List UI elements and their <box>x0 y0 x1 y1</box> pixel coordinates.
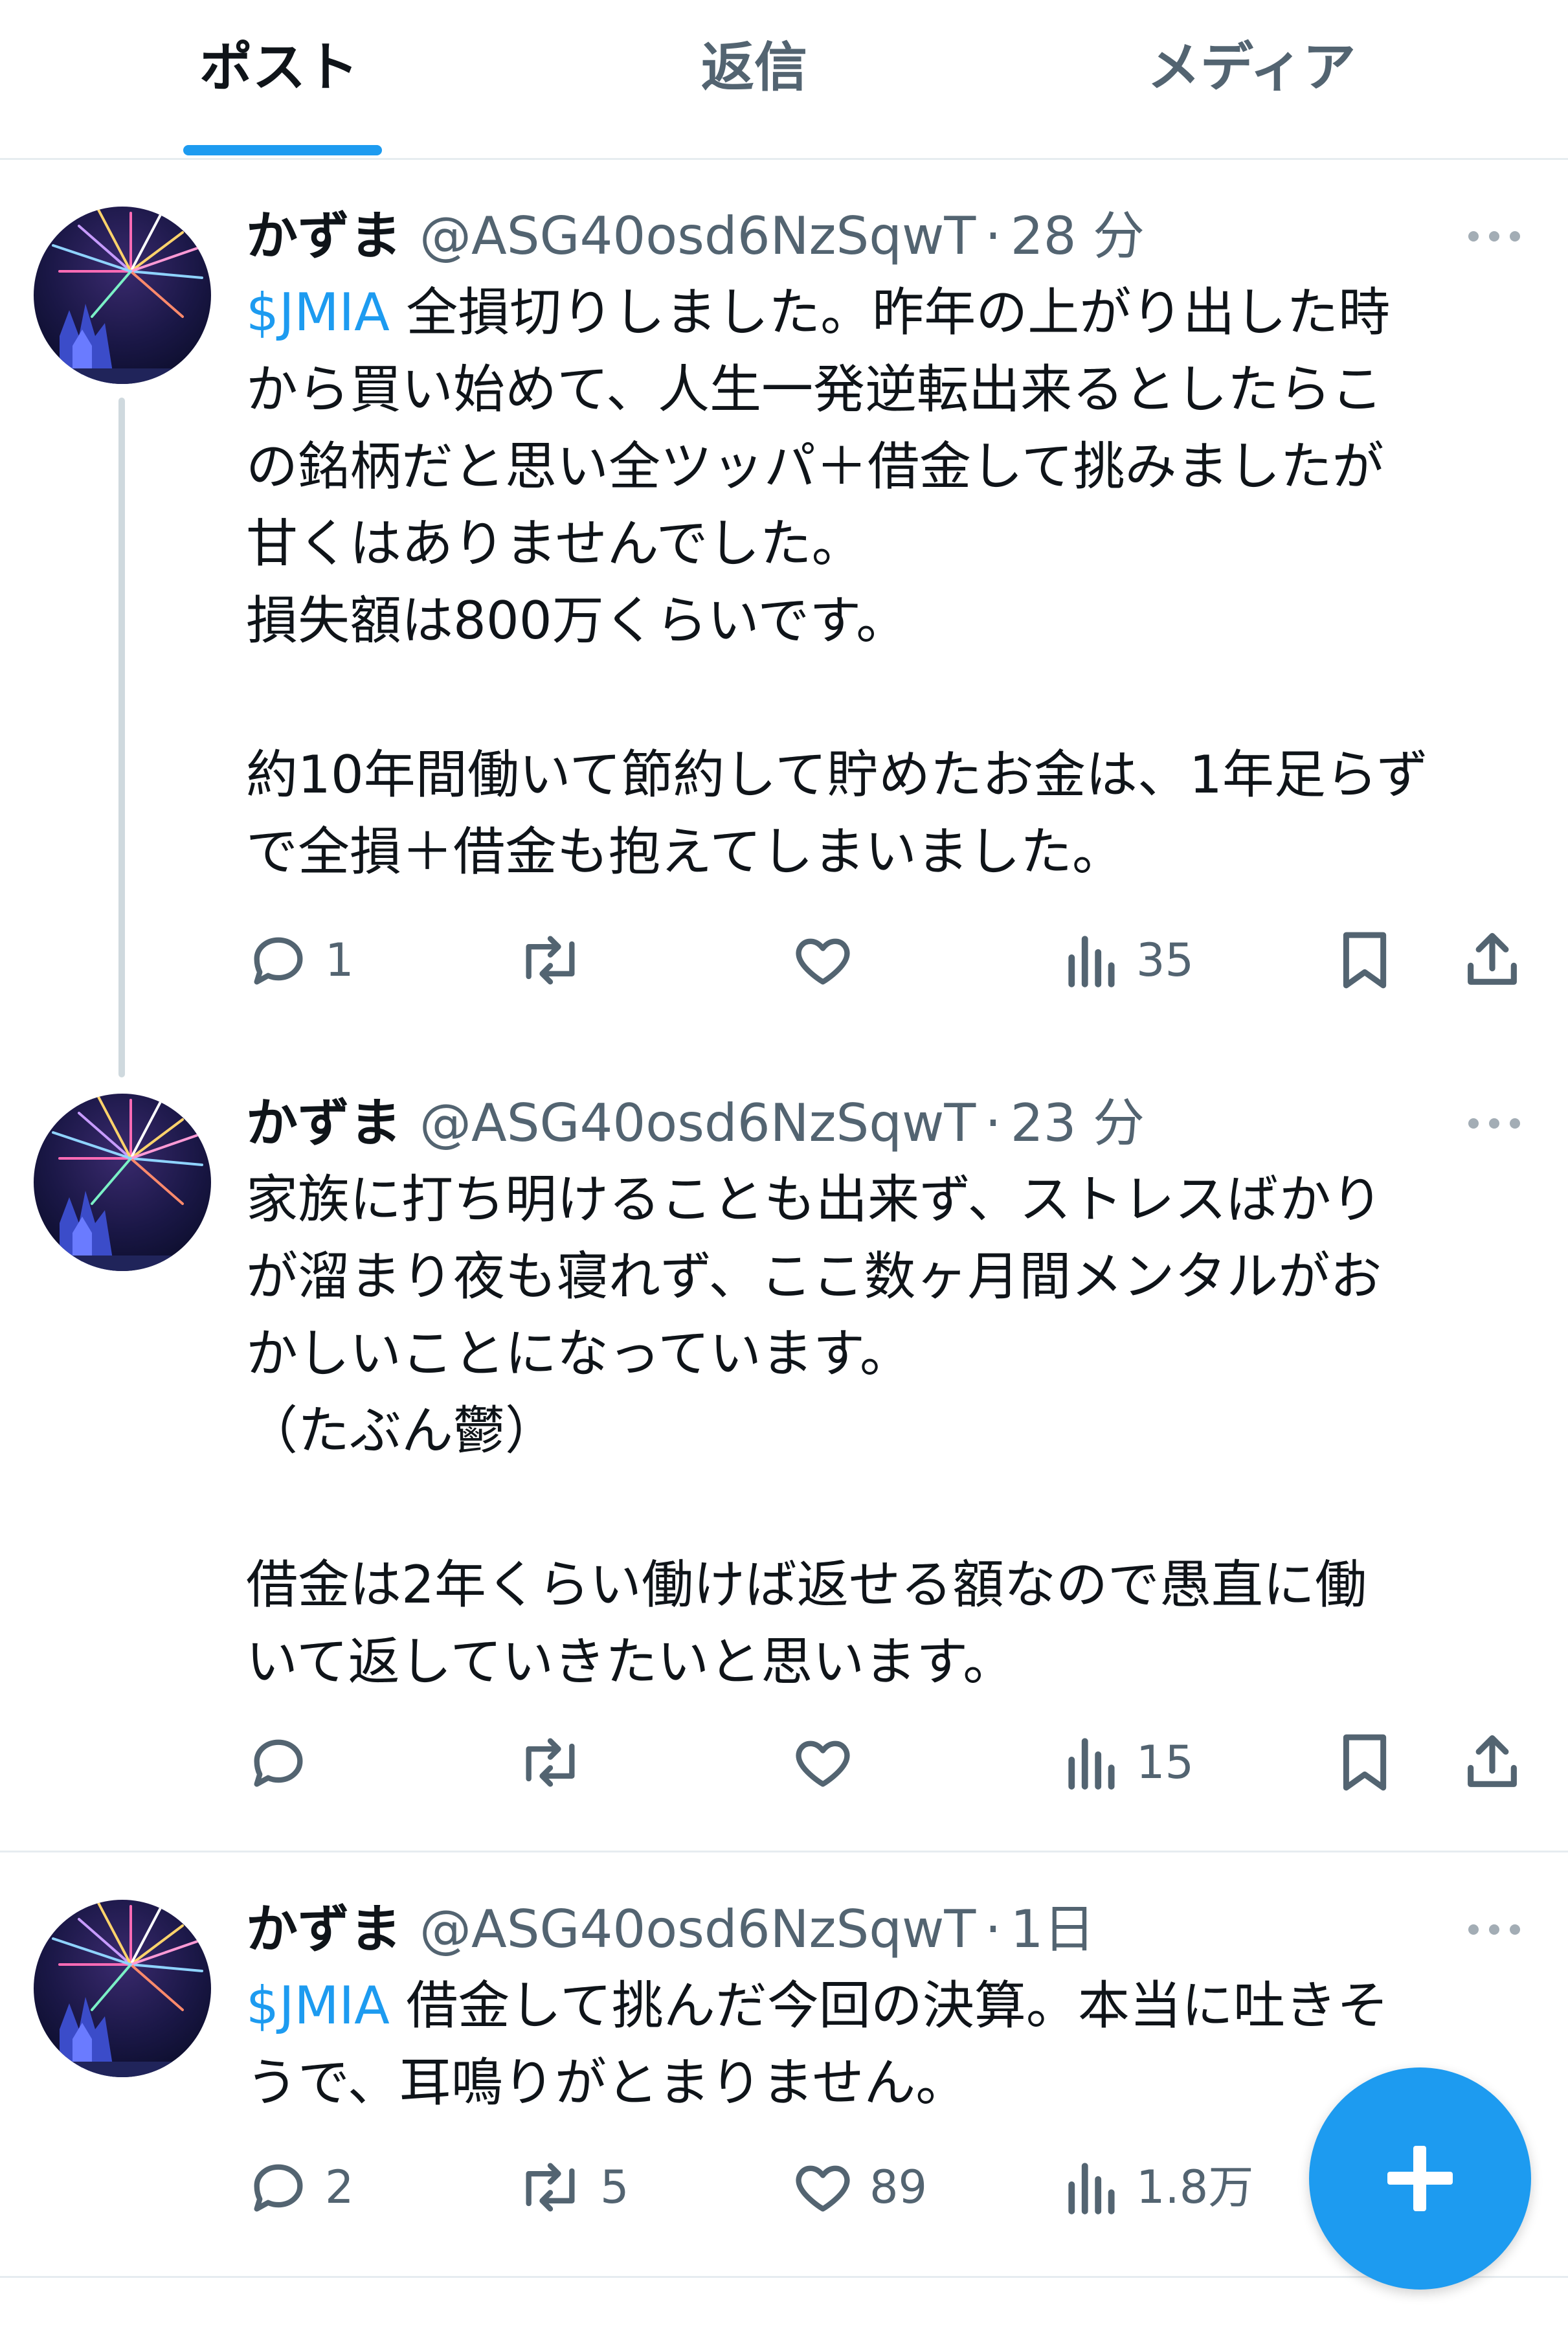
cashtag-link[interactable]: $JMIA <box>246 1976 390 2036</box>
post-text: $JMIA 全損切りしました。昨年の上がり出した時 から買い始めて、人生一発逆転… <box>246 282 1429 882</box>
post-divider <box>0 1851 1568 1852</box>
separator-dot: · <box>985 1899 1002 1959</box>
repost-icon <box>526 936 575 985</box>
more-options-button[interactable] <box>1462 1104 1527 1143</box>
views-chart-icon <box>1068 2163 1115 2214</box>
share-button[interactable] <box>1460 925 1525 996</box>
like-button[interactable]: 89 <box>790 2152 927 2223</box>
reply-icon <box>254 1739 303 1787</box>
compose-post-button[interactable] <box>1309 2067 1531 2290</box>
cashtag-link[interactable]: $JMIA <box>246 282 390 343</box>
active-tab-indicator <box>183 145 382 155</box>
repost-button[interactable] <box>515 1727 600 1798</box>
post-time[interactable]: 28 分 <box>1011 206 1145 266</box>
heart-icon <box>796 938 850 985</box>
avatar[interactable] <box>34 1900 211 2077</box>
post-text: $JMIA 借金して挑んだ今回の決算。本当に吐きそ うで、耳鳴りがとまりません。 <box>246 1976 1389 2113</box>
avatar[interactable] <box>34 1094 211 1271</box>
heart-icon <box>796 2165 850 2212</box>
post-header: かずま @ASG40osd6NzSqwT · 28 分 <box>246 201 1145 272</box>
more-options-button[interactable] <box>1462 217 1527 256</box>
post-text: 家族に打ち明けることも出来ず、ストレスばかり が溜まり夜も寝れず、ここ数ヶ月間メ… <box>246 1169 1383 1692</box>
views-button[interactable]: 15 <box>1064 1727 1194 1798</box>
bookmark-button[interactable] <box>1336 925 1394 996</box>
display-name[interactable]: かずま <box>246 1899 401 1959</box>
reply-icon <box>254 937 303 985</box>
repost-icon <box>526 1738 575 1787</box>
post-time[interactable]: 23 分 <box>1011 1093 1145 1153</box>
repost-button[interactable] <box>515 925 600 996</box>
user-handle[interactable]: @ASG40osd6NzSqwT <box>420 1093 976 1153</box>
post-header: かずま @ASG40osd6NzSqwT · 23 分 <box>246 1088 1145 1159</box>
profile-tabs: ポスト 返信 メディア <box>0 0 1568 160</box>
post-actions: 15 <box>0 1727 1568 1798</box>
avatar[interactable] <box>34 207 211 384</box>
share-icon <box>1468 932 1517 985</box>
view-count: 1.8万 <box>1136 2161 1254 2214</box>
post-actions: 1 35 <box>0 925 1568 996</box>
share-icon <box>1468 1735 1517 1787</box>
bookmark-button[interactable] <box>1336 1727 1394 1798</box>
repost-button[interactable]: 5 <box>515 2152 629 2223</box>
post-header: かずま @ASG40osd6NzSqwT · 1日 <box>246 1894 1095 1965</box>
like-count: 89 <box>869 2161 928 2214</box>
share-button[interactable] <box>1460 1727 1525 1798</box>
repost-icon <box>526 2163 575 2212</box>
reply-button[interactable]: 1 <box>246 925 354 996</box>
reply-button[interactable] <box>246 1727 325 1798</box>
post-divider <box>0 2276 1568 2278</box>
bookmark-icon <box>1343 1734 1387 1791</box>
views-button[interactable]: 1.8万 <box>1064 2152 1253 2223</box>
repost-count: 5 <box>600 2161 629 2214</box>
like-button[interactable] <box>790 1727 869 1798</box>
reply-button[interactable]: 2 <box>246 2152 354 2223</box>
post-time[interactable]: 1日 <box>1011 1899 1095 1959</box>
heart-icon <box>796 1740 850 1787</box>
user-handle[interactable]: @ASG40osd6NzSqwT <box>420 206 976 266</box>
bookmark-icon <box>1343 932 1387 989</box>
display-name[interactable]: かずま <box>246 1093 401 1153</box>
reply-icon <box>254 2164 303 2212</box>
tab-media[interactable]: メディア <box>1147 32 1356 104</box>
views-chart-icon <box>1068 936 1115 987</box>
more-options-button[interactable] <box>1462 1910 1527 1949</box>
views-button[interactable]: 35 <box>1064 925 1194 996</box>
tab-replies[interactable]: 返信 <box>701 32 807 104</box>
user-handle[interactable]: @ASG40osd6NzSqwT <box>420 1899 976 1959</box>
view-count: 15 <box>1136 1736 1194 1789</box>
view-count: 35 <box>1136 934 1194 987</box>
separator-dot: · <box>985 1093 1002 1153</box>
tab-posts[interactable]: ポスト <box>199 32 359 104</box>
separator-dot: · <box>985 206 1002 266</box>
reply-count: 2 <box>325 2161 354 2214</box>
like-button[interactable] <box>790 925 869 996</box>
reply-count: 1 <box>325 934 354 987</box>
views-chart-icon <box>1068 1738 1115 1790</box>
display-name[interactable]: かずま <box>246 206 401 266</box>
